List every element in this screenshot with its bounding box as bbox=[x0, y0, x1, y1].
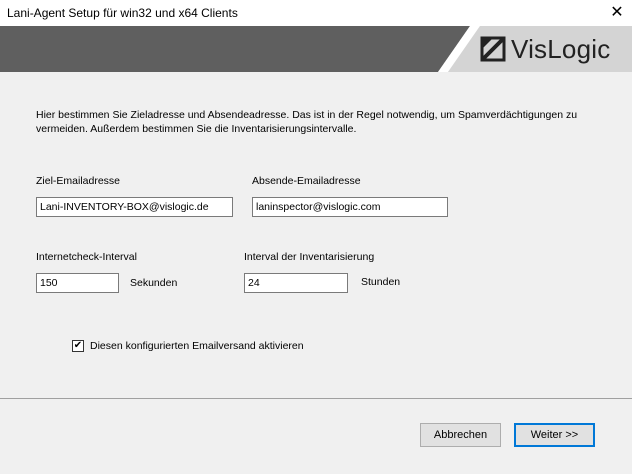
intro-text: Hier bestimmen Sie Zieladresse und Absen… bbox=[36, 108, 596, 136]
window-title: Lani-Agent Setup für win32 und x64 Clien… bbox=[7, 6, 238, 20]
activate-email-checkbox[interactable]: ✔ bbox=[72, 340, 84, 352]
footer-divider bbox=[0, 398, 632, 399]
sender-email-label: Absende-Emailadresse bbox=[252, 175, 361, 187]
internet-check-field[interactable]: 150 bbox=[36, 273, 119, 293]
vislogic-logo-mark-icon bbox=[480, 36, 506, 62]
vislogic-logo: VisLogic bbox=[480, 33, 610, 65]
inventory-interval-unit: Stunden bbox=[361, 276, 401, 288]
activate-email-checkbox-row[interactable]: ✔ Diesen konfigurierten Emailversand akt… bbox=[72, 340, 304, 352]
internet-check-label: Internetcheck-Interval bbox=[36, 251, 137, 263]
inventory-interval-label: Interval der Inventarisierung bbox=[244, 251, 375, 263]
target-email-field[interactable]: Lani-INVENTORY-BOX@vislogic.de bbox=[36, 197, 233, 217]
activate-email-label: Diesen konfigurierten Emailversand aktiv… bbox=[90, 340, 304, 352]
inventory-interval-field[interactable]: 24 bbox=[244, 273, 348, 293]
internet-check-unit: Sekunden bbox=[130, 277, 178, 289]
intro-line-2: vermeiden. Außerdem bestimmen Sie die In… bbox=[36, 123, 357, 135]
checkmark-icon: ✔ bbox=[73, 340, 83, 351]
intro-line-1: Hier bestimmen Sie Zieladresse und Absen… bbox=[36, 109, 578, 121]
title-bar: Lani-Agent Setup für win32 und x64 Clien… bbox=[0, 0, 632, 26]
cancel-button[interactable]: Abbrechen bbox=[420, 423, 501, 447]
close-icon[interactable]: ✕ bbox=[602, 0, 632, 26]
logo-text: VisLogic bbox=[511, 33, 611, 64]
target-email-label: Ziel-Emailadresse bbox=[36, 175, 121, 187]
next-button[interactable]: Weiter >> bbox=[514, 423, 595, 447]
sender-email-field[interactable]: laninspector@vislogic.com bbox=[252, 197, 448, 217]
